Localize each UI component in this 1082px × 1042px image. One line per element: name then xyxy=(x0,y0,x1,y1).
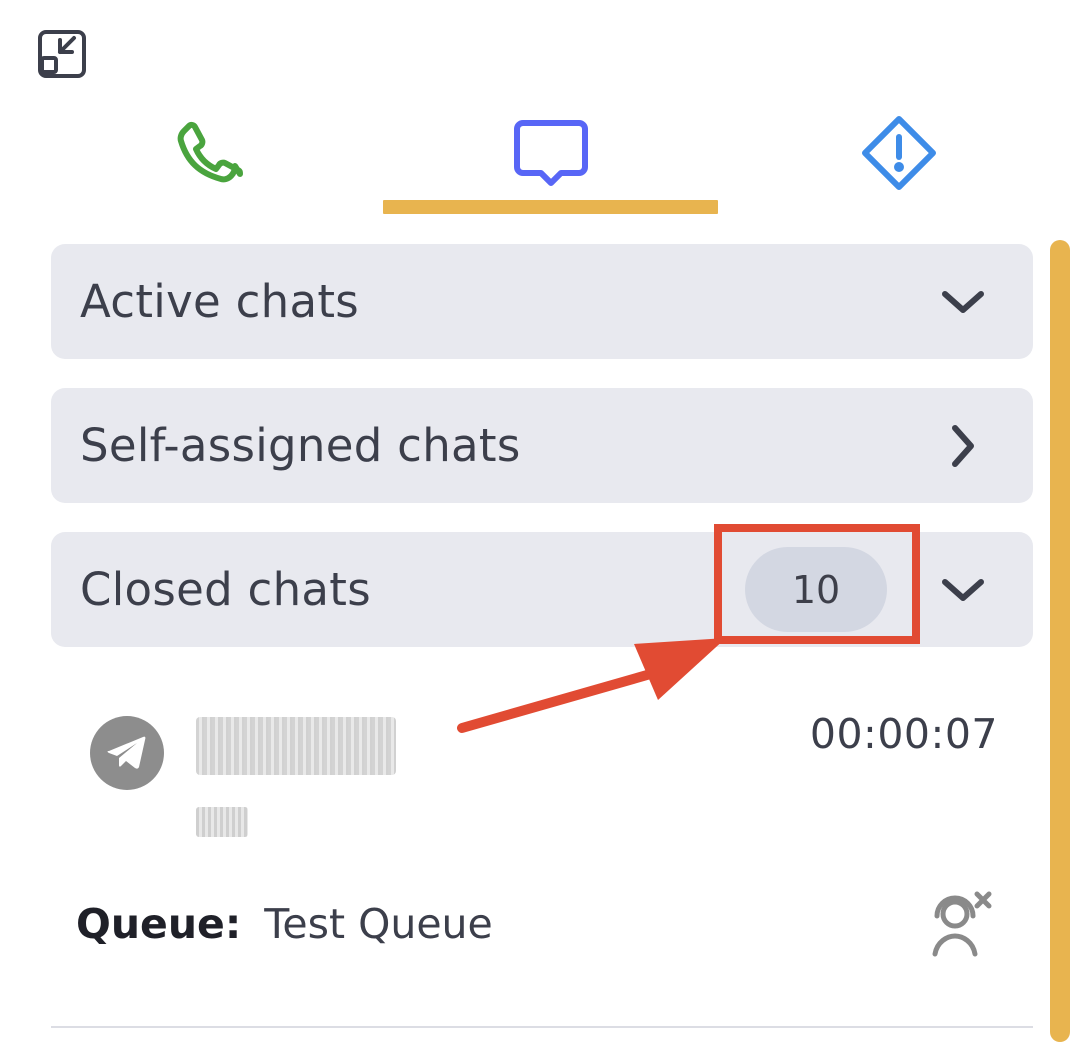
redacted-last-message xyxy=(196,807,248,837)
queue-value: Test Queue xyxy=(264,900,493,948)
active-tab-indicator xyxy=(383,200,718,214)
tab-alert[interactable] xyxy=(814,96,984,214)
chat-icon xyxy=(509,111,593,199)
alert-icon xyxy=(859,113,939,197)
section-title: Active chats xyxy=(80,275,360,328)
section-title: Closed chats xyxy=(80,563,371,616)
phone-icon xyxy=(169,113,249,197)
channel-tabs xyxy=(34,96,1034,220)
minimize-button[interactable] xyxy=(34,28,90,84)
chevron-down-icon[interactable] xyxy=(939,278,987,326)
minimize-icon xyxy=(36,28,88,84)
section-active-chats[interactable]: Active chats xyxy=(51,244,1033,359)
divider xyxy=(51,1026,1033,1028)
queue-info: Queue: Test Queue xyxy=(76,900,493,948)
telegram-icon xyxy=(90,716,164,790)
closed-chat-item[interactable]: 00:00:07 Queue: Test Queue xyxy=(51,680,1033,1028)
chevron-down-icon[interactable] xyxy=(939,566,987,614)
scrollbar[interactable] xyxy=(1050,240,1070,1042)
tab-phone[interactable] xyxy=(124,96,294,214)
section-self-assigned-chats[interactable]: Self-assigned chats xyxy=(51,388,1033,503)
queue-label: Queue: xyxy=(76,900,242,948)
redacted-contact-name xyxy=(196,717,396,775)
chevron-right-icon[interactable] xyxy=(939,422,987,470)
agent-removed-icon[interactable] xyxy=(925,888,997,960)
tab-chat[interactable] xyxy=(383,96,718,214)
chat-duration: 00:00:07 xyxy=(809,710,998,758)
section-title: Self-assigned chats xyxy=(80,419,521,472)
